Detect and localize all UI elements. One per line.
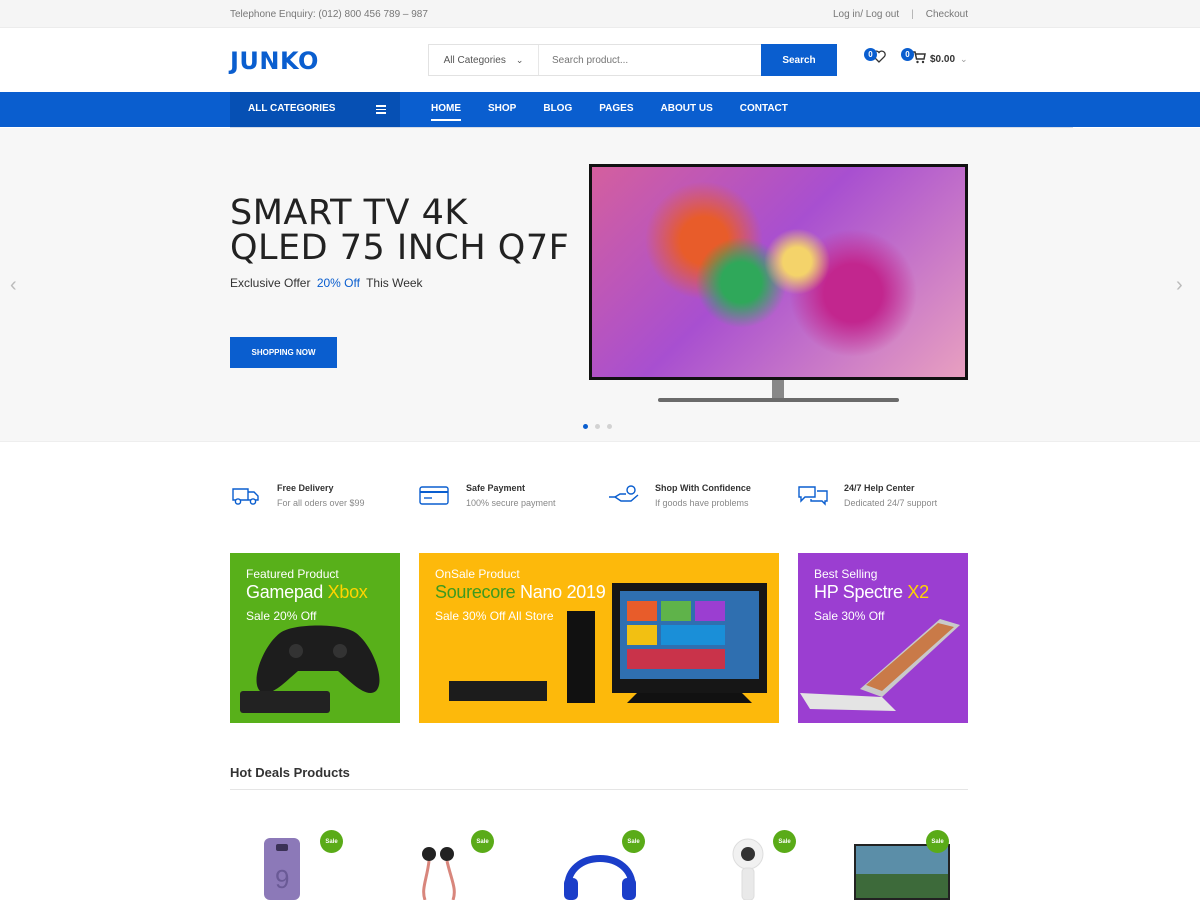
banner-best-selling[interactable]: Best Selling HP Spectre X2 Sale 30% Off (798, 553, 968, 723)
cart-count-badge: 0 (901, 48, 914, 61)
gamepad-image (240, 625, 380, 713)
category-select[interactable]: All Categories ⌄ (429, 45, 539, 75)
offer-post: This Week (366, 276, 423, 290)
desktop-pc-image (449, 583, 767, 703)
site-header: JUNKO All Categories ⌄ Search 0 0 $0.00 … (0, 28, 1200, 92)
banner-onsale-product[interactable]: OnSale Product Sourecore Nano 2019 Sale … (419, 553, 779, 723)
slider-dot-3[interactable] (607, 424, 612, 429)
feature-subtitle: If goods have problems (655, 498, 749, 508)
main-nav: ALL CATEGORIES HOME SHOP BLOG PAGES ABOU… (0, 92, 1200, 127)
feature-subtitle: For all oders over $99 (277, 498, 365, 508)
chevron-down-icon: ⌄ (515, 54, 524, 65)
chevron-down-icon[interactable]: ⌄ (960, 54, 968, 65)
cart-total[interactable]: $0.00 (930, 54, 955, 65)
sale-badge: Sale (320, 830, 343, 853)
sale-badge: Sale (926, 830, 949, 853)
search-input[interactable] (539, 45, 761, 75)
nav-item-contact[interactable]: CONTACT (740, 103, 788, 114)
banner-featured-product[interactable]: Featured Product Gamepad Xbox Sale 20% O… (230, 553, 400, 723)
cart-button[interactable] (912, 50, 926, 69)
divider (230, 789, 968, 790)
slider-dots (583, 424, 612, 429)
sale-badge: Sale (471, 830, 494, 853)
search-bar: All Categories ⌄ Search (428, 44, 837, 76)
banner-label: Featured Product (246, 567, 339, 581)
menu-icon (376, 105, 386, 116)
tv-stand-image (772, 380, 784, 398)
truck-icon (232, 488, 259, 505)
account-links: Log in/ Log out | Checkout (833, 9, 968, 20)
feature-title: Free Delivery (277, 483, 334, 493)
offer-highlight: 20% Off (316, 276, 360, 290)
checkout-link[interactable]: Checkout (926, 9, 968, 20)
shopping-now-button[interactable]: SHOPPING NOW (230, 337, 337, 368)
category-select-label: All Categories (443, 54, 506, 66)
slider-prev-arrow[interactable]: ‹ (10, 274, 17, 297)
sale-badge: Sale (622, 830, 645, 853)
phone-image: 9 (264, 838, 300, 900)
banner-product-name: Gamepad Xbox (246, 582, 368, 602)
product-card[interactable]: 9 Sale (230, 830, 360, 900)
hero-title-line2: QLED 75 INCH Q7F (230, 228, 570, 268)
laptop-tablet-image (800, 619, 960, 711)
wishlist-count-badge: 0 (864, 48, 877, 61)
tv-image (589, 164, 968, 380)
slider-dot-1[interactable] (583, 424, 588, 429)
all-categories-button[interactable]: ALL CATEGORIES (230, 92, 400, 127)
earphones-image (422, 847, 456, 900)
sale-badge: Sale (773, 830, 796, 853)
nav-item-blog[interactable]: BLOG (543, 103, 572, 114)
slider-dot-2[interactable] (595, 424, 600, 429)
svg-text:9: 9 (275, 864, 289, 894)
feature-title: Safe Payment (466, 483, 526, 493)
slider-next-arrow[interactable]: › (1176, 274, 1183, 297)
feature-subtitle: Dedicated 24/7 support (844, 498, 938, 508)
banner-label: Best Selling (814, 567, 878, 581)
cart-icon (913, 51, 926, 64)
nav-item-pages[interactable]: PAGES (599, 103, 633, 114)
product-card[interactable]: Sale (532, 830, 662, 900)
nav-item-home[interactable]: HOME (431, 103, 461, 121)
hand-shield-icon (609, 485, 639, 502)
feature-title: Shop With Confidence (655, 483, 751, 493)
telephone-enquiry: Telephone Enquiry: (012) 800 456 789 – 9… (230, 9, 428, 20)
hero-slider: ‹ › SMART TV 4K QLED 75 INCH Q7F Exclusi… (0, 128, 1200, 442)
product-card[interactable]: Sale (683, 830, 813, 900)
offer-pre: Exclusive Offer (230, 276, 311, 290)
hero-offer: Exclusive Offer 20% Off This Week (230, 276, 423, 290)
feature-title: 24/7 Help Center (844, 483, 915, 493)
login-logout-link[interactable]: Log in/ Log out (833, 9, 899, 20)
product-card[interactable]: Sale (834, 830, 964, 900)
hero-title: SMART TV 4K QLED 75 INCH Q7F (230, 196, 569, 266)
camera-image (732, 838, 764, 900)
top-bar: Telephone Enquiry: (012) 800 456 789 – 9… (0, 0, 1200, 28)
tv-base-image (658, 398, 899, 402)
all-categories-label: ALL CATEGORIES (248, 103, 336, 114)
nav-item-shop[interactable]: SHOP (488, 103, 516, 114)
banner-product-name: HP Spectre X2 (814, 582, 929, 602)
separator: | (911, 9, 914, 20)
credit-card-icon (419, 486, 449, 505)
search-button[interactable]: Search (761, 44, 837, 76)
chat-icon (798, 486, 828, 506)
feature-subtitle: 100% secure payment (466, 498, 556, 508)
hot-deals-title: Hot Deals Products (230, 765, 350, 780)
logo[interactable]: JUNKO (230, 47, 319, 75)
nav-item-about-us[interactable]: ABOUT US (661, 103, 713, 114)
product-card[interactable]: Sale (381, 830, 511, 900)
nav-menu: HOME SHOP BLOG PAGES ABOUT US CONTACT (431, 103, 815, 121)
hero-title-line1: SMART TV 4K (230, 193, 468, 233)
banner-label: OnSale Product (435, 567, 520, 581)
